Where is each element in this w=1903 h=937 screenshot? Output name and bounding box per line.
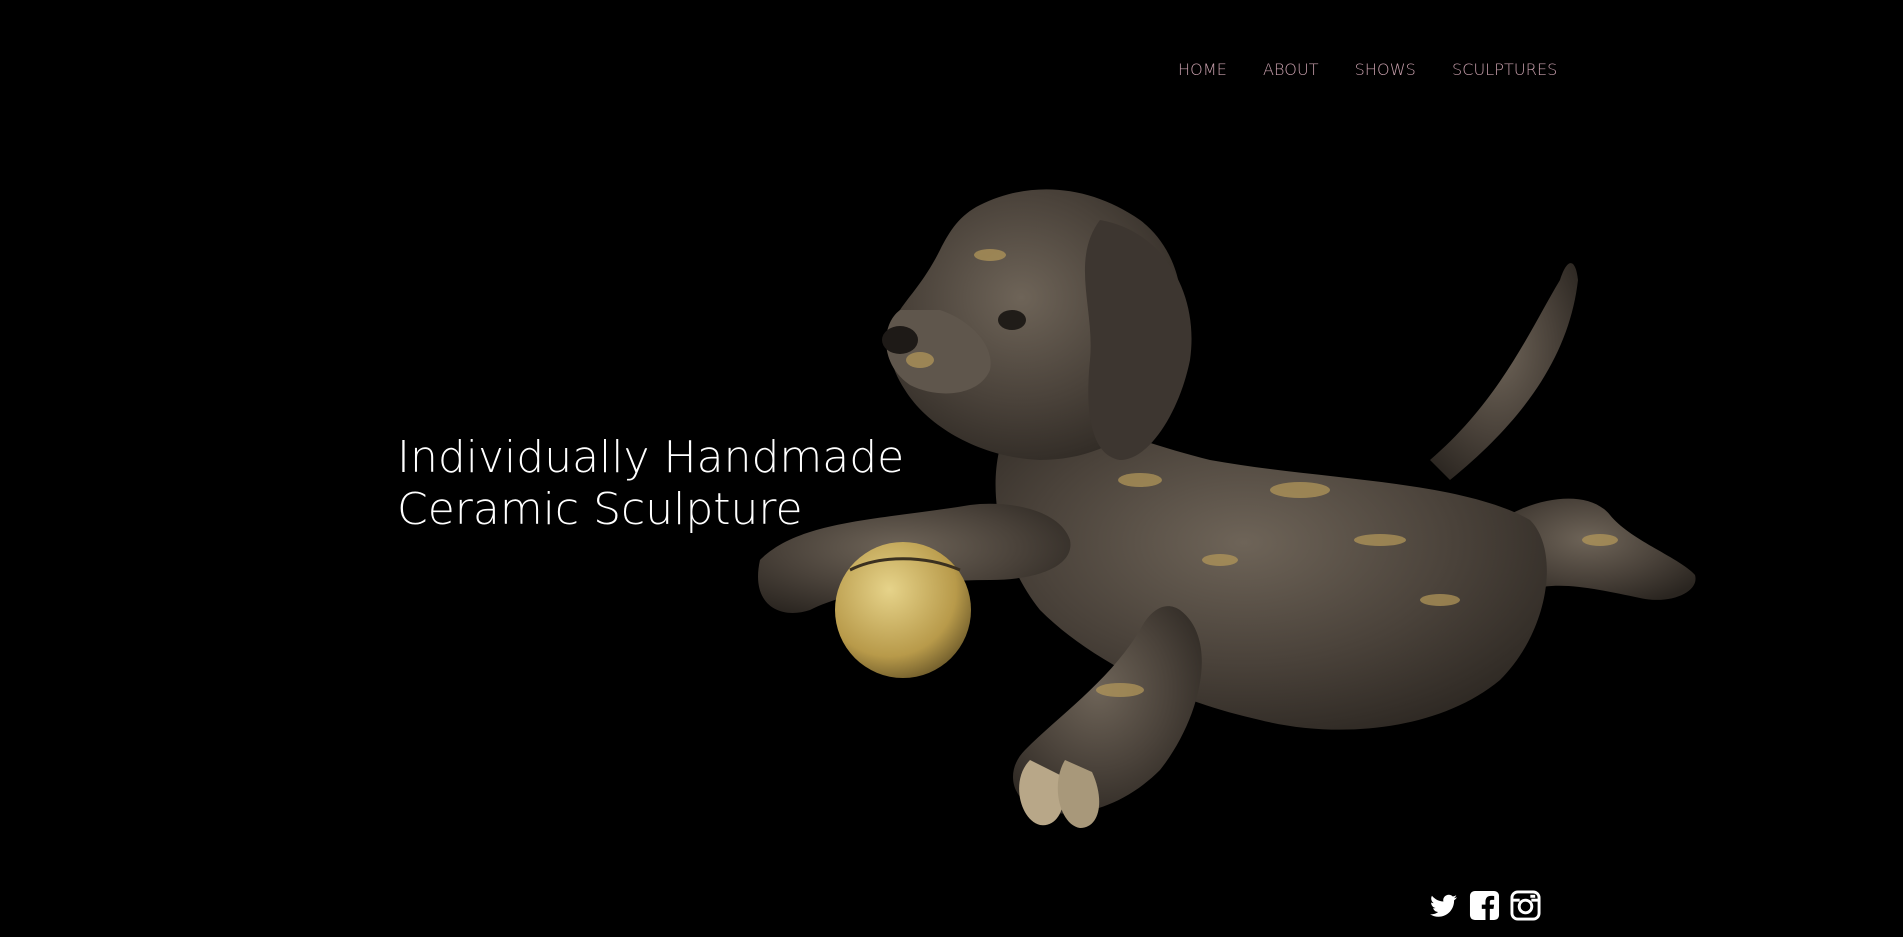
facebook-icon[interactable] xyxy=(1469,890,1500,921)
hero-line-2: Ceramic Sculpture xyxy=(397,484,803,535)
hero-line-1: Individually Handmade xyxy=(397,432,905,483)
twitter-icon[interactable] xyxy=(1428,890,1459,921)
nav-home-link[interactable]: HOME xyxy=(1178,60,1227,79)
hero-heading: Individually Handmade Ceramic Sculpture xyxy=(397,432,904,536)
nav-shows-link[interactable]: SHOWS xyxy=(1355,60,1416,79)
social-links xyxy=(1428,890,1541,921)
instagram-icon[interactable] xyxy=(1510,890,1541,921)
nav-about-link[interactable]: ABOUT xyxy=(1263,60,1319,79)
nav-sculptures-link[interactable]: SCULPTURES xyxy=(1452,60,1557,79)
main-nav: HOME ABOUT SHOWS SCULPTURES xyxy=(1178,60,1557,79)
